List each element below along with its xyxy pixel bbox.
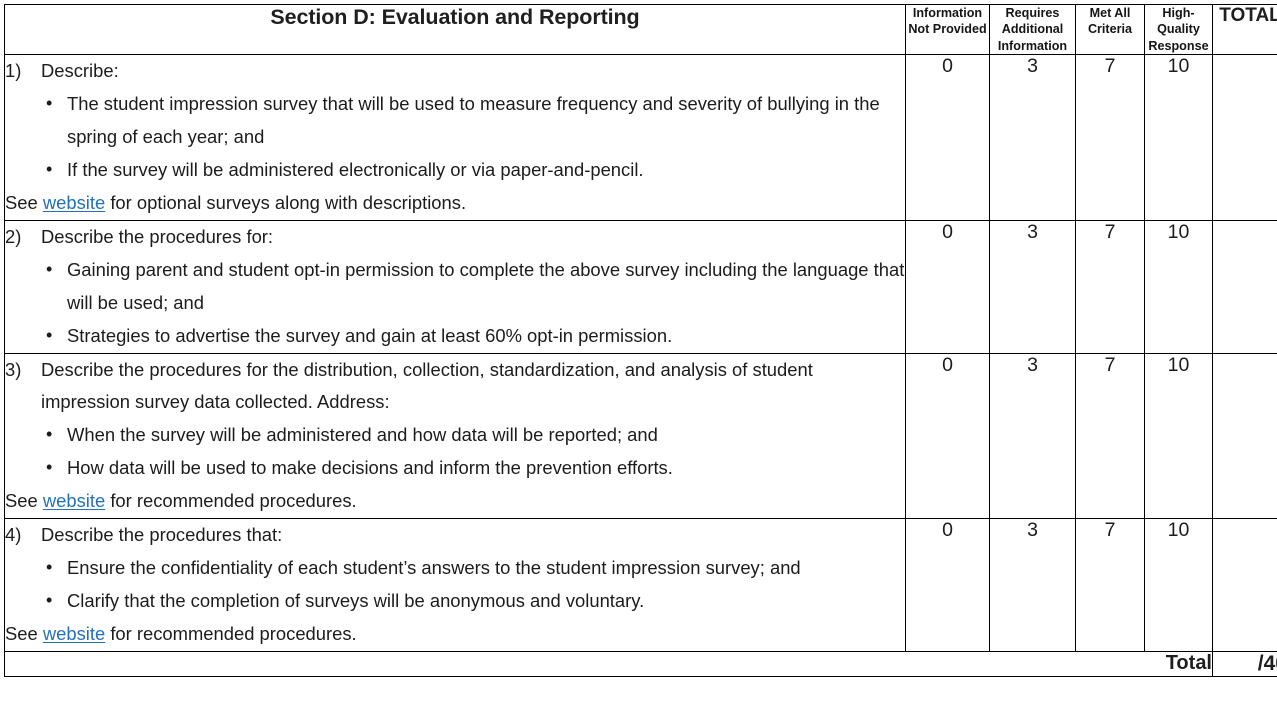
column-header-requires-additional-information: Requires Additional Information: [989, 3, 1076, 56]
criterion-lead-2: 2) Describe the procedures for:: [5, 221, 905, 254]
criterion-lead-text-1: Describe:: [41, 60, 119, 82]
see-suffix-1: for optional surveys along with descript…: [105, 191, 467, 213]
website-link[interactable]: website: [43, 490, 105, 511]
criterion-number-4: 4): [5, 524, 22, 546]
table-row: 1) Describe: The student impression surv…: [4, 54, 1277, 221]
criterion-lead-4: 4) Describe the procedures that:: [5, 519, 905, 552]
criterion-cell-2: 2) Describe the procedures for: Gaining …: [4, 219, 906, 354]
total-cell-4[interactable]: [1212, 518, 1277, 652]
see-suffix-4: for recommended procedures.: [105, 623, 357, 645]
total-cell-2[interactable]: [1212, 219, 1277, 354]
score-cell-met-all-criteria-2[interactable]: 7: [1075, 219, 1145, 354]
criterion-lead-1: 1) Describe:: [5, 55, 905, 88]
table-row: 4) Describe the procedures that: Ensure …: [4, 518, 1277, 652]
list-item: Strategies to advertise the survey and g…: [46, 319, 905, 353]
score-cell-met-all-criteria-1[interactable]: 7: [1075, 54, 1145, 221]
total-label: Total: [4, 650, 1213, 677]
criterion-lead-3: 3) Describe the procedures for the distr…: [5, 354, 905, 420]
criterion-lead-text-4: Describe the procedures that:: [41, 524, 283, 546]
score-cell-high-quality-response-1[interactable]: 10: [1144, 54, 1213, 221]
criterion-number-1: 1): [5, 60, 22, 82]
section-title: Section D: Evaluation and Reporting: [4, 3, 906, 56]
score-cell-high-quality-response-2[interactable]: 10: [1144, 219, 1213, 354]
score-cell-requires-additional-information-4[interactable]: 3: [989, 518, 1076, 652]
website-link[interactable]: website: [43, 192, 105, 213]
list-item: Clarify that the completion of surveys w…: [46, 584, 905, 618]
score-cell-requires-additional-information-1[interactable]: 3: [989, 54, 1076, 221]
see-prefix-1: See: [5, 191, 43, 213]
score-cell-requires-additional-information-3[interactable]: 3: [989, 352, 1076, 520]
column-header-high-quality-response: High-Quality Response: [1144, 3, 1213, 56]
list-item: Ensure the confidentiality of each stude…: [46, 551, 905, 585]
total-cell-3[interactable]: [1212, 352, 1277, 520]
criterion-bullets-1: The student impression survey that will …: [5, 87, 905, 187]
see-website-line-3: See website for recommended procedures.: [5, 485, 905, 518]
criterion-cell-3: 3) Describe the procedures for the distr…: [4, 352, 906, 520]
column-header-total: TOTAL: [1212, 3, 1277, 56]
website-link[interactable]: website: [43, 623, 105, 644]
criterion-cell-1: 1) Describe: The student impression surv…: [4, 54, 906, 221]
column-header-met-all-criteria: Met All Criteria: [1075, 3, 1145, 56]
score-cell-information-not-provided-3[interactable]: 0: [905, 352, 990, 520]
score-cell-information-not-provided-1[interactable]: 0: [905, 54, 990, 221]
criterion-number-3: 3): [5, 358, 22, 380]
score-cell-high-quality-response-4[interactable]: 10: [1144, 518, 1213, 652]
score-cell-information-not-provided-4[interactable]: 0: [905, 518, 990, 652]
criterion-cell-4: 4) Describe the procedures that: Ensure …: [4, 518, 906, 652]
score-cell-met-all-criteria-3[interactable]: 7: [1075, 352, 1145, 520]
score-cell-requires-additional-information-2[interactable]: 3: [989, 219, 1076, 354]
criterion-number-2: 2): [5, 225, 22, 247]
table-total-row: Total /40: [4, 650, 1277, 677]
score-cell-high-quality-response-3[interactable]: 10: [1144, 352, 1213, 520]
see-website-line-4: See website for recommended procedures.: [5, 618, 905, 651]
list-item: The student impression survey that will …: [46, 87, 905, 154]
score-cell-information-not-provided-2[interactable]: 0: [905, 219, 990, 354]
evaluation-rubric-table: Section D: Evaluation and Reporting Info…: [4, 3, 1277, 677]
total-score-field[interactable]: /40: [1212, 650, 1277, 677]
table-row: 2) Describe the procedures for: Gaining …: [4, 219, 1277, 354]
score-cell-met-all-criteria-4[interactable]: 7: [1075, 518, 1145, 652]
criterion-lead-text-2: Describe the procedures for:: [41, 225, 274, 247]
see-suffix-3: for recommended procedures.: [105, 490, 357, 512]
criterion-bullets-3: When the survey will be administered and…: [5, 418, 905, 485]
list-item: How data will be used to make decisions …: [46, 451, 905, 485]
criterion-lead-text-3: Describe the procedures for the distribu…: [41, 358, 813, 413]
total-cell-1[interactable]: [1212, 54, 1277, 221]
see-website-line-1: See website for optional surveys along w…: [5, 187, 905, 220]
table-row: 3) Describe the procedures for the distr…: [4, 352, 1277, 520]
column-header-information-not-provided: Information Not Provided: [905, 3, 990, 56]
list-item: If the survey will be administered elect…: [46, 153, 905, 187]
list-item: When the survey will be administered and…: [46, 418, 905, 452]
criterion-bullets-4: Ensure the confidentiality of each stude…: [5, 551, 905, 618]
criterion-bullets-2: Gaining parent and student opt-in permis…: [5, 253, 905, 353]
rubric-page: Section D: Evaluation and Reporting Info…: [0, 0, 1277, 722]
list-item: Gaining parent and student opt-in permis…: [46, 253, 905, 320]
see-prefix-3: See: [5, 490, 43, 512]
table-header-row: Section D: Evaluation and Reporting Info…: [4, 3, 1277, 56]
see-prefix-4: See: [5, 623, 43, 645]
